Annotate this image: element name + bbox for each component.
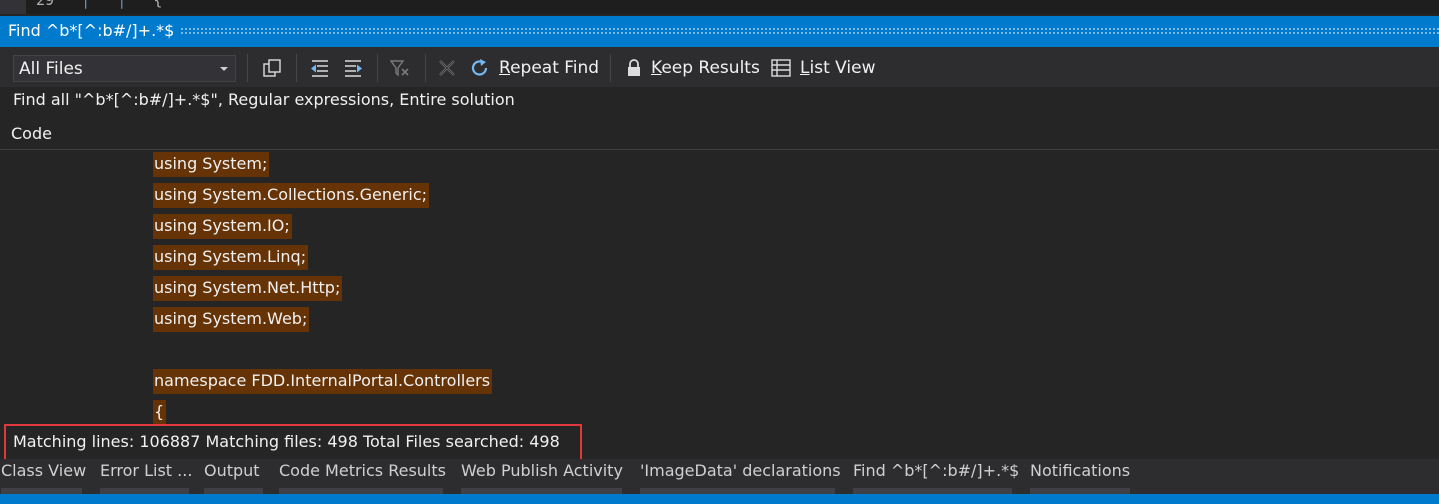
keep-results-button[interactable]: Keep Results — [624, 55, 760, 81]
go-to-previous-icon — [311, 60, 328, 77]
find-results-titlebar[interactable]: Find ^b*[^:b#/]+.*$ — [0, 16, 1439, 47]
keep-results-label: Keep Results — [651, 58, 760, 78]
tab-class-view[interactable]: Class View — [1, 459, 86, 495]
tab-notifications[interactable]: Notifications — [1030, 459, 1130, 495]
repeat-find-label: Repeat Find — [499, 58, 600, 78]
titlebar-grip[interactable] — [180, 27, 1439, 35]
result-line[interactable]: using System.Net.Http; — [153, 276, 343, 301]
tab-code-metrics-results[interactable]: Code Metrics Results — [279, 459, 446, 495]
result-line[interactable]: using System; — [153, 152, 270, 177]
tab-output[interactable]: Output — [204, 459, 263, 495]
stop-find-icon — [439, 60, 455, 76]
copy-button[interactable] — [262, 55, 282, 81]
search-description: Find all "^b*[^:b#/]+.*$", Regular expre… — [13, 90, 515, 109]
toolbar-separator — [377, 54, 378, 82]
result-line[interactable]: using System.Web; — [153, 307, 310, 332]
tab-find-results[interactable]: Find ^b*[^:b#/]+.*$ — [853, 459, 1019, 495]
clear-filter-button[interactable] — [388, 55, 410, 81]
editor-strip: 29 | | { — [0, 0, 1439, 14]
code-column-label: Code — [11, 124, 52, 143]
editor-code-line: 29 | | { — [36, 0, 163, 9]
result-line[interactable]: using System.Collections.Generic; — [153, 183, 430, 208]
previous-result-button[interactable] — [309, 55, 331, 81]
refresh-icon — [471, 59, 488, 76]
list-view-label: List View — [800, 58, 876, 78]
toolbar-separator — [425, 54, 426, 82]
status-highlight-box — [4, 424, 582, 462]
result-line[interactable]: using System.Linq; — [153, 245, 309, 270]
copy-icon — [263, 59, 281, 77]
toolbar-separator — [296, 54, 297, 82]
list-view-icon — [771, 59, 791, 77]
toolbar-separator — [610, 54, 611, 82]
code-column-header[interactable]: Code — [0, 118, 1439, 150]
lock-icon — [628, 59, 640, 76]
status-bar — [0, 494, 1439, 504]
find-results-toolbar: All Files Repeat Find Keep Results List … — [0, 47, 1439, 87]
tab-error-list[interactable]: Error List ... — [100, 459, 192, 495]
scope-dropdown-value: All Files — [19, 59, 83, 79]
scope-dropdown[interactable]: All Files — [13, 55, 236, 82]
stop-find-button[interactable] — [436, 55, 458, 81]
tab-imagedata-declarations[interactable]: 'ImageData' declarations — [640, 459, 841, 495]
chevron-down-icon — [220, 67, 228, 71]
result-line[interactable]: using System.IO; — [153, 214, 292, 239]
window-title: Find ^b*[^:b#/]+.*$ — [8, 21, 175, 40]
go-to-next-icon — [345, 60, 362, 77]
tab-web-publish-activity[interactable]: Web Publish Activity — [461, 459, 623, 495]
result-line[interactable]: namespace FDD.InternalPortal.Controllers — [153, 369, 493, 394]
next-result-button[interactable] — [342, 55, 364, 81]
result-line[interactable]: { — [153, 400, 167, 425]
results-list[interactable]: using System; using System.Collections.G… — [0, 151, 1439, 454]
clear-filter-icon — [389, 60, 409, 77]
editor-gutter — [0, 0, 26, 14]
list-view-button[interactable]: List View — [770, 55, 875, 81]
toolbar-separator — [247, 54, 248, 82]
repeat-find-button[interactable]: Repeat Find — [469, 55, 599, 81]
